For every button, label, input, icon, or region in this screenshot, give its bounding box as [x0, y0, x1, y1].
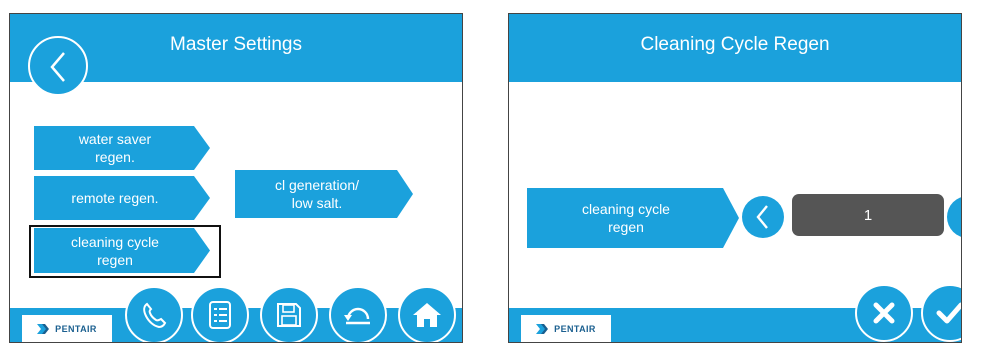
cleaning-cycle-regen-label: cleaning cycle regen	[527, 188, 739, 248]
logo-text: PENTAIR	[55, 323, 97, 334]
logo-text: PENTAIR	[554, 323, 596, 334]
list-button[interactable]	[191, 286, 249, 342]
phone-icon	[143, 302, 167, 329]
chevron-right-icon	[958, 203, 962, 231]
phone-button[interactable]	[125, 286, 183, 342]
chevron-left-icon	[50, 52, 65, 82]
water-saver-regen-button[interactable]: water saver regen.	[34, 126, 210, 170]
undo-icon	[344, 307, 370, 325]
remote-regen-button[interactable]: remote regen.	[34, 176, 210, 220]
pentair-arrow-icon	[37, 323, 50, 334]
cleaning-cycle-regen-screen: Cleaning Cycle Regen cleaning cycle rege…	[508, 13, 962, 343]
cancel-icon	[873, 302, 895, 324]
chevron-left-icon	[756, 205, 768, 229]
master-settings-screen: Master Settings water saver regen. remot…	[9, 13, 463, 343]
home-button[interactable]	[398, 286, 456, 342]
cl-generation-low-salt-button[interactable]: cl generation/ low salt.	[235, 170, 413, 218]
confirm-icon	[936, 302, 961, 324]
header-bar: Cleaning Cycle Regen	[509, 14, 961, 82]
list-icon	[209, 301, 231, 329]
home-icon	[413, 303, 441, 327]
pentair-arrow-icon	[536, 323, 549, 334]
cancel-button[interactable]	[855, 284, 913, 342]
pentair-logo: PENTAIR	[22, 315, 112, 342]
save-button[interactable]	[260, 286, 318, 342]
back-button[interactable]	[28, 36, 88, 96]
value-display: 1	[792, 194, 944, 236]
selection-highlight	[29, 225, 221, 278]
page-title: Cleaning Cycle Regen	[640, 34, 830, 55]
pentair-logo: PENTAIR	[521, 315, 611, 342]
increase-button[interactable]	[947, 196, 962, 238]
decrease-button[interactable]	[742, 196, 784, 238]
save-icon	[277, 303, 301, 327]
undo-button[interactable]	[329, 286, 387, 342]
